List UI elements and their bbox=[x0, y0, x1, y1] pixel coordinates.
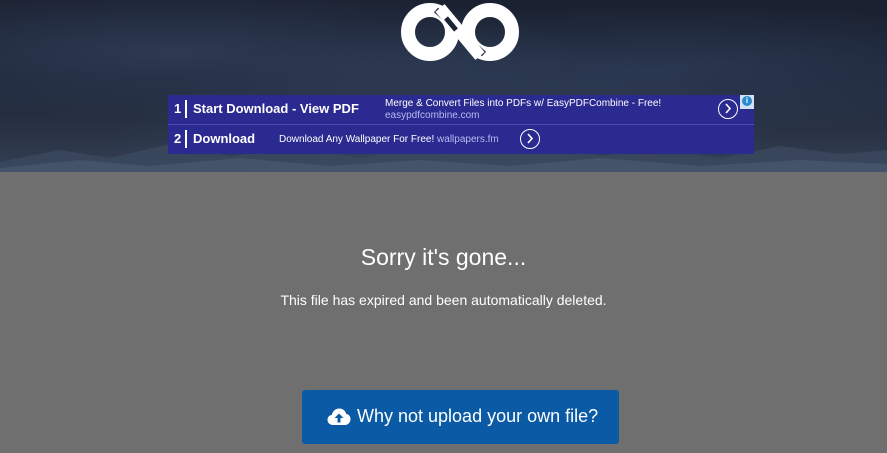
chevron-right-icon[interactable] bbox=[718, 99, 738, 119]
ad-divider bbox=[185, 130, 187, 148]
ad-row-description-text: Download Any Wallpaper For Free! bbox=[279, 134, 435, 145]
ad-row-url[interactable]: wallpapers.fm bbox=[437, 134, 499, 145]
ad-row-description: Merge & Convert Files into PDFs w/ EasyP… bbox=[385, 98, 662, 109]
upload-own-file-button[interactable]: Why not upload your own file? bbox=[302, 390, 619, 444]
ad-row-number: 1 bbox=[174, 101, 182, 116]
ad-divider bbox=[185, 100, 187, 118]
ad-row-number: 2 bbox=[174, 131, 182, 146]
ad-row-title[interactable]: Download bbox=[193, 131, 255, 146]
chevron-right-icon[interactable] bbox=[520, 129, 540, 149]
ad-row-1[interactable]: 1 Start Download - View PDF Merge & Conv… bbox=[168, 95, 754, 125]
ad-info-icon[interactable]: i bbox=[740, 95, 754, 109]
cloud-upload-icon bbox=[327, 407, 351, 432]
expired-message: This file has expired and been automatic… bbox=[280, 292, 607, 308]
ad-row-description: Download Any Wallpaper For Free! wallpap… bbox=[279, 134, 499, 145]
ad-banner: 1 Start Download - View PDF Merge & Conv… bbox=[168, 95, 754, 154]
ad-row-2[interactable]: 2 Download Download Any Wallpaper For Fr… bbox=[168, 125, 754, 154]
page-title: Sorry it's gone... bbox=[360, 244, 527, 270]
ad-row-url[interactable]: easypdfcombine.com bbox=[385, 110, 480, 121]
site-logo[interactable] bbox=[396, 0, 524, 62]
ad-row-title[interactable]: Start Download - View PDF bbox=[193, 101, 359, 116]
upload-button-label: Why not upload your own file? bbox=[357, 406, 599, 426]
info-icon: i bbox=[742, 96, 752, 106]
